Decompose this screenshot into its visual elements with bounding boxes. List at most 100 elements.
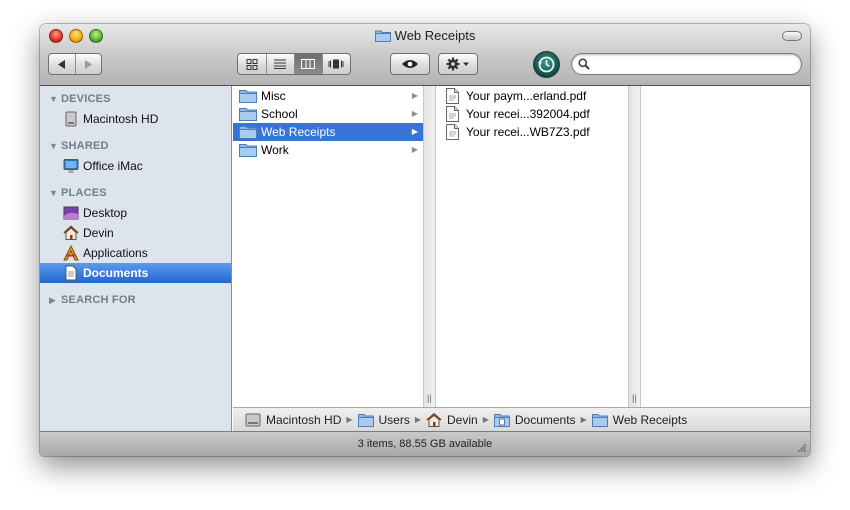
documents-folder-icon (493, 413, 510, 427)
imac-icon (63, 159, 79, 173)
pdf-file-icon (446, 124, 459, 140)
file-row[interactable]: Your recei...392004.pdf (437, 105, 628, 123)
window-title: Web Receipts (394, 28, 476, 43)
documents-icon (65, 265, 77, 281)
action-menu-button[interactable] (438, 53, 478, 75)
desktop-icon (63, 206, 79, 220)
path-crumb-documents[interactable]: Documents (493, 413, 576, 427)
disclosure-down-icon: ▼ (49, 94, 59, 104)
back-arrow-icon (57, 59, 65, 69)
window-title-bar: Web Receipts (40, 28, 810, 45)
column-documents: Misc ▶ School ▶ Web Receipts ▶ Work ▶ (233, 86, 423, 407)
back-button[interactable] (49, 54, 75, 74)
sidebar-section-places[interactable]: ▼ PLACES (40, 183, 231, 203)
quick-look-button[interactable] (390, 53, 430, 75)
hard-drive-icon (245, 413, 261, 426)
folder-icon (239, 144, 257, 157)
eye-icon (402, 60, 418, 68)
status-text: 3 items, 88.55 GB available (357, 438, 493, 450)
coverflow-view-icon (328, 59, 344, 69)
folder-icon (239, 108, 257, 121)
folder-label: Misc (261, 89, 286, 103)
file-row[interactable]: Your recei...WB7Z3.pdf (437, 123, 628, 141)
path-crumb-web-receipts[interactable]: Web Receipts (591, 412, 688, 427)
disclosure-arrow-icon: ▶ (411, 109, 418, 118)
folder-label: Web Receipts (261, 125, 336, 139)
search-input[interactable] (594, 56, 794, 72)
resize-grip-icon: || (427, 393, 432, 403)
sidebar-item-label: Desktop (83, 206, 128, 220)
pdf-file-icon (446, 106, 459, 122)
file-label: Your recei...WB7Z3.pdf (466, 125, 590, 139)
section-label: DEVICES (61, 93, 111, 105)
view-mode-selector (237, 53, 351, 75)
list-view-icon (274, 59, 287, 69)
time-machine-button[interactable] (533, 51, 560, 78)
resize-grip-icon: || (632, 393, 637, 403)
toolbar: Web Receipts (40, 24, 810, 86)
search-field[interactable] (571, 53, 802, 75)
sidebar-item-label: Devin (83, 226, 114, 240)
finder-window: Web Receipts ▼ DEVICES Macintosh HD ▼ SH… (40, 24, 810, 456)
applications-icon (63, 245, 79, 261)
list-view-button[interactable] (265, 54, 294, 74)
sidebar-item-label: Applications (83, 246, 148, 260)
folder-icon (239, 126, 257, 139)
file-label: Your paym...erland.pdf (466, 89, 587, 103)
sidebar-item-desktop[interactable]: Desktop (40, 203, 231, 223)
crumb-label: Web Receipts (612, 412, 688, 427)
folder-icon (591, 413, 608, 427)
crumb-label: Devin (447, 412, 478, 427)
sidebar-item-macintosh-hd[interactable]: Macintosh HD (40, 109, 231, 129)
section-label: PLACES (61, 187, 107, 199)
file-row[interactable]: Your paym...erland.pdf (437, 87, 628, 105)
path-separator-icon: ▶ (482, 415, 489, 424)
crumb-label: Users (378, 412, 410, 427)
path-crumb-devin[interactable]: Devin (426, 412, 478, 427)
sidebar-section-search-for[interactable]: ▶ SEARCH FOR (40, 290, 231, 310)
path-crumb-macintosh-hd[interactable]: Macintosh HD (245, 413, 341, 427)
home-icon (426, 412, 442, 427)
sidebar-item-documents[interactable]: Documents (40, 263, 231, 283)
forward-button[interactable] (74, 54, 102, 74)
folder-row-school[interactable]: School ▶ (233, 105, 423, 123)
sidebar-item-label: Macintosh HD (83, 112, 159, 126)
back-forward-buttons (48, 53, 102, 75)
sidebar-item-applications[interactable]: Applications (40, 243, 231, 263)
sidebar-section-devices[interactable]: ▼ DEVICES (40, 89, 231, 109)
sidebar: ▼ DEVICES Macintosh HD ▼ SHARED Office i… (40, 86, 232, 431)
folder-icon (374, 29, 391, 45)
path-separator-icon: ▶ (580, 415, 587, 424)
column-view-icon (301, 59, 316, 69)
coverflow-view-button[interactable] (321, 54, 350, 74)
time-machine-icon (538, 56, 555, 73)
folder-row-web-receipts[interactable]: Web Receipts ▶ (233, 123, 423, 141)
icon-view-button[interactable] (238, 54, 266, 74)
disclosure-arrow-icon: ▶ (411, 91, 418, 100)
sidebar-item-office-imac[interactable]: Office iMac (40, 156, 231, 176)
icon-view-icon (246, 58, 258, 70)
folder-label: Work (261, 143, 289, 157)
disclosure-down-icon: ▼ (49, 188, 59, 198)
disclosure-down-icon: ▼ (49, 141, 59, 151)
toolbar-toggle-button[interactable] (782, 31, 802, 41)
column-resize-handle[interactable]: || (628, 86, 641, 407)
file-label: Your recei...392004.pdf (466, 107, 590, 121)
pdf-file-icon (446, 88, 459, 104)
column-resize-handle[interactable]: || (423, 86, 436, 407)
sidebar-item-label: Documents (83, 266, 149, 280)
folder-row-misc[interactable]: Misc ▶ (233, 87, 423, 105)
sidebar-item-devin[interactable]: Devin (40, 223, 231, 243)
section-label: SHARED (61, 140, 109, 152)
status-bar: 3 items, 88.55 GB available (40, 431, 810, 456)
column-view-button[interactable] (293, 54, 322, 74)
sidebar-section-shared[interactable]: ▼ SHARED (40, 136, 231, 156)
resize-grabber-icon[interactable] (795, 441, 807, 453)
folder-row-work[interactable]: Work ▶ (233, 141, 423, 159)
section-label: SEARCH FOR (61, 294, 136, 306)
path-separator-icon: ▶ (414, 415, 422, 424)
folder-icon (357, 413, 374, 427)
path-crumb-users[interactable]: Users (357, 412, 410, 427)
gear-icon (446, 57, 469, 71)
folder-label: School (261, 107, 298, 121)
